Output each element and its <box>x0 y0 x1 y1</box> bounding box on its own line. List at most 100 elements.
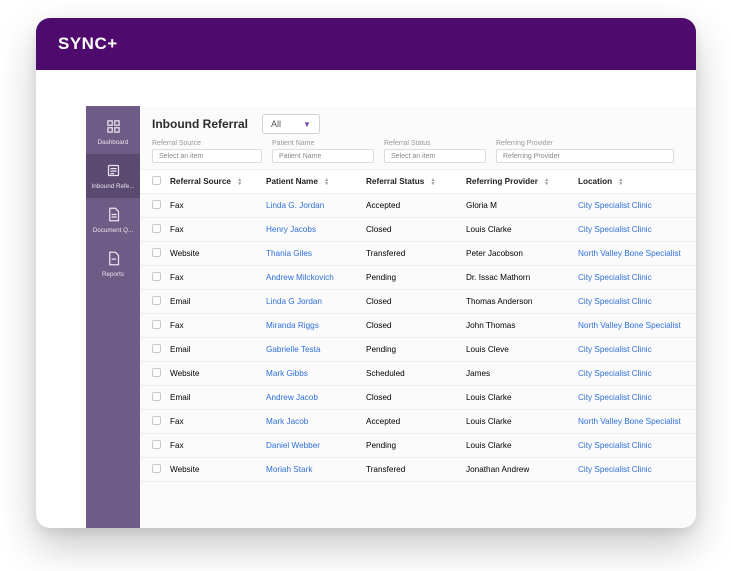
cell-status: Accepted <box>362 410 462 434</box>
patient-name-link[interactable]: Mark Gibbs <box>266 369 308 378</box>
doc-icon <box>106 251 121 268</box>
col-status[interactable]: Referral Status ▲▼ <box>362 170 462 194</box>
location-link[interactable]: City Specialist Clinic <box>578 297 652 306</box>
cell-provider: Dr. Issac Mathorn <box>462 266 574 290</box>
select-all-checkbox[interactable] <box>152 176 161 185</box>
page-head: Inbound Referral All ▼ <box>140 112 696 140</box>
row-checkbox[interactable] <box>152 272 161 281</box>
row-checkbox[interactable] <box>152 248 161 257</box>
filter-input[interactable]: Select an item <box>152 149 262 163</box>
sort-icon[interactable]: ▲▼ <box>544 178 549 186</box>
filter-label: Referring Provider <box>496 140 674 147</box>
cell-source: Email <box>166 290 262 314</box>
col-name[interactable]: Patient Name ▲▼ <box>262 170 362 194</box>
table-row: FaxAndrew MilckovichPendingDr. Issac Mat… <box>140 266 696 290</box>
location-link[interactable]: North Valley Bone Specialist <box>578 417 681 426</box>
cell-status: Closed <box>362 290 462 314</box>
location-link[interactable]: City Specialist Clinic <box>578 273 652 282</box>
sort-icon[interactable]: ▲▼ <box>324 178 329 186</box>
sidebar-item-inbound-refe[interactable]: Inbound Refe... <box>86 154 140 198</box>
location-link[interactable]: City Specialist Clinic <box>578 393 652 402</box>
row-checkbox[interactable] <box>152 416 161 425</box>
filter-input[interactable]: Referring Provider <box>496 149 674 163</box>
cell-provider: Louis Clarke <box>462 410 574 434</box>
sidebar-item-dashboard[interactable]: Dashboard <box>86 110 140 154</box>
location-link[interactable]: City Specialist Clinic <box>578 441 652 450</box>
patient-name-link[interactable]: Mark Jacob <box>266 417 308 426</box>
table-row: FaxMiranda RiggsClosedJohn ThomasNorth V… <box>140 314 696 338</box>
location-link[interactable]: North Valley Bone Specialist <box>578 249 681 258</box>
sort-icon[interactable]: ▲▼ <box>237 178 242 186</box>
row-checkbox[interactable] <box>152 320 161 329</box>
cell-provider: Peter Jacobson <box>462 242 574 266</box>
cell-status: Pending <box>362 338 462 362</box>
sidebar-item-label: Dashboard <box>98 139 129 146</box>
patient-name-link[interactable]: Linda G. Jordan <box>266 201 324 210</box>
filter-input[interactable]: Select an item <box>384 149 486 163</box>
table-row: Email Gabrielle Testa PendingLouis Cleve Ci… <box>140 338 696 362</box>
doc-lines-icon <box>106 207 121 224</box>
location-link[interactable]: City Specialist Clinic <box>578 201 652 210</box>
patient-name-link[interactable]: Gabrielle Testa <box>266 345 320 354</box>
col-checkbox <box>140 170 166 194</box>
location-link[interactable]: City Specialist Clinic <box>578 225 652 234</box>
cell-source: Fax <box>166 266 262 290</box>
table-row: FaxMark JacobAcceptedLouis ClarkeNorth V… <box>140 410 696 434</box>
cell-source: Email <box>166 338 262 362</box>
patient-name-link[interactable]: Linda G Jordan <box>266 297 322 306</box>
patient-name-link[interactable]: Thania Giles <box>266 249 312 258</box>
col-source[interactable]: Referral Source ▲▼ <box>166 170 262 194</box>
cell-provider: Thomas Anderson <box>462 290 574 314</box>
table-row: FaxLinda G. JordanAcceptedGloria MCity S… <box>140 194 696 218</box>
cell-provider: Jonathan Andrew <box>462 458 574 482</box>
cell-source: Fax <box>166 194 262 218</box>
row-checkbox[interactable] <box>152 200 161 209</box>
location-link[interactable]: North Valley Bone Specialist <box>578 321 681 330</box>
patient-name-link[interactable]: Andrew Jacob <box>266 393 318 402</box>
location-link[interactable]: City Specialist Clinic <box>578 465 652 474</box>
table-row: EmailAndrew JacobClosedLouis ClarkeCity … <box>140 386 696 410</box>
filter-scope-select[interactable]: All ▼ <box>262 114 320 134</box>
patient-name-link[interactable]: Henry Jacobs <box>266 225 316 234</box>
col-location[interactable]: Location ▲▼ <box>574 170 696 194</box>
filter-label: Referral Source <box>152 140 262 147</box>
list-icon <box>106 163 121 180</box>
col-provider-label: Referring Provider <box>466 177 538 186</box>
col-name-label: Patient Name <box>266 177 318 186</box>
table-row: WebsiteThania GilesTransferedPeter Jacob… <box>140 242 696 266</box>
table-row: FaxDaniel WebberPendingLouis ClarkeCity … <box>140 434 696 458</box>
filter-patient-name: Patient NamePatient Name <box>272 140 384 163</box>
patient-name-link[interactable]: Moriah Stark <box>266 465 312 474</box>
filter-input[interactable]: Patient Name <box>272 149 374 163</box>
grid-icon <box>106 119 121 136</box>
sidebar-item-document-q[interactable]: Document Q... <box>86 198 140 242</box>
sort-icon[interactable]: ▲▼ <box>618 178 623 186</box>
row-checkbox[interactable] <box>152 368 161 377</box>
row-checkbox[interactable] <box>152 296 161 305</box>
table-row: Email Linda G Jordan ClosedThomas Anderson… <box>140 290 696 314</box>
row-checkbox[interactable] <box>152 344 161 353</box>
app-body: Dashboard Inbound Refe...Document Q...Rep… <box>86 106 696 528</box>
header-spacer <box>36 70 696 106</box>
cell-source: Fax <box>166 218 262 242</box>
location-link[interactable]: City Specialist Clinic <box>578 369 652 378</box>
cell-provider: Louis Cleve <box>462 338 574 362</box>
cell-source: Email <box>166 386 262 410</box>
location-link[interactable]: City Specialist Clinic <box>578 345 652 354</box>
patient-name-link[interactable]: Miranda Riggs <box>266 321 319 330</box>
cell-provider: Louis Clarke <box>462 434 574 458</box>
filter-label: Referral Status <box>384 140 486 147</box>
sort-icon[interactable]: ▲▼ <box>431 178 436 186</box>
row-checkbox[interactable] <box>152 224 161 233</box>
table-header-row: Referral Source ▲▼ Patient Name ▲▼ Refer… <box>140 170 696 194</box>
row-checkbox[interactable] <box>152 440 161 449</box>
patient-name-link[interactable]: Andrew Milckovich <box>266 273 334 282</box>
col-provider[interactable]: Referring Provider ▲▼ <box>462 170 574 194</box>
row-checkbox[interactable] <box>152 392 161 401</box>
cell-status: Transfered <box>362 458 462 482</box>
main-panel: Inbound Referral All ▼ Referral Source Se… <box>140 106 696 528</box>
row-checkbox[interactable] <box>152 464 161 473</box>
sidebar-item-reports[interactable]: Reports <box>86 242 140 286</box>
cell-status: Closed <box>362 386 462 410</box>
patient-name-link[interactable]: Daniel Webber <box>266 441 320 450</box>
